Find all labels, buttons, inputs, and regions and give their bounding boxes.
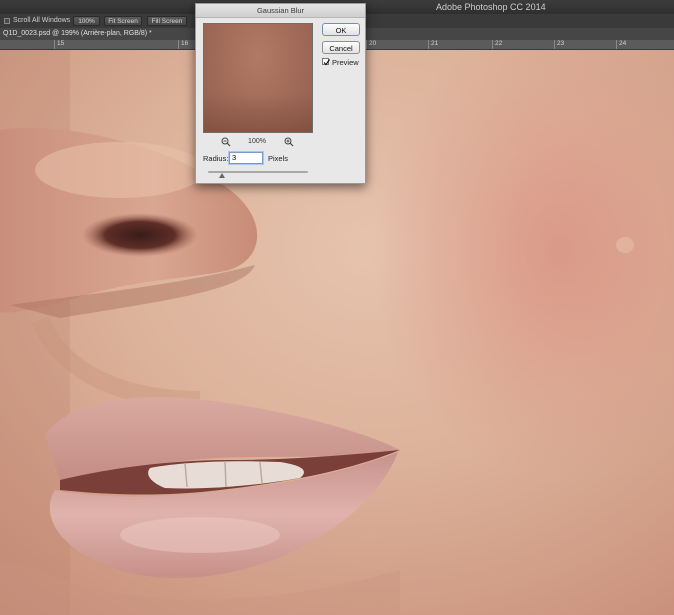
zoom-level: 100% [248, 138, 266, 145]
document-tab[interactable]: Q1D_0023.psd @ 199% (Arrière-plan, RGB/8… [3, 28, 152, 40]
ruler-tick [428, 40, 429, 49]
ruler-tick [178, 40, 179, 49]
radius-label: Radius: [203, 154, 229, 163]
ruler-tick [366, 40, 367, 49]
dialog-title[interactable]: Gaussian Blur [196, 4, 365, 18]
zoom-100-button[interactable]: 100% [73, 16, 100, 26]
scroll-all-windows-label: Scroll All Windows [13, 17, 71, 24]
ruler-label: 15 [57, 40, 65, 47]
filter-preview-image[interactable] [203, 23, 313, 133]
ruler-label: 21 [431, 40, 439, 47]
zoom-in-icon[interactable] [284, 137, 294, 147]
fill-screen-button[interactable]: Fill Screen [147, 16, 187, 26]
ok-button[interactable]: OK [322, 23, 360, 36]
ruler-tick [554, 40, 555, 49]
ruler-tick [616, 40, 617, 49]
zoom-out-icon[interactable] [221, 137, 231, 147]
preview-shading [204, 94, 312, 132]
preview-label: Preview [332, 58, 359, 67]
ruler-label: 22 [495, 40, 503, 47]
ruler-label: 16 [181, 40, 189, 47]
zoom-in-glyph [284, 137, 294, 147]
gaussian-blur-dialog: Gaussian Blur 100% Radius: 3 Pixels OK C… [195, 3, 366, 184]
ruler-label: 24 [619, 40, 627, 47]
zoom-out-glyph [221, 137, 231, 147]
app-title: Adobe Photoshop CC 2014 [436, 2, 546, 12]
radius-slider-thumb[interactable] [219, 173, 225, 178]
ruler-tick [492, 40, 493, 49]
preview-checkbox[interactable] [322, 58, 330, 66]
ruler-tick [54, 40, 55, 49]
checkmark-icon [323, 59, 330, 66]
radius-input[interactable]: 3 [229, 152, 263, 164]
cancel-button[interactable]: Cancel [322, 41, 360, 54]
fit-screen-button[interactable]: Fit Screen [104, 16, 142, 26]
ruler-label: 20 [369, 40, 377, 47]
ruler-label: 23 [557, 40, 565, 47]
scroll-all-windows-checkbox[interactable] [4, 18, 10, 24]
radius-unit-label: Pixels [268, 154, 289, 163]
